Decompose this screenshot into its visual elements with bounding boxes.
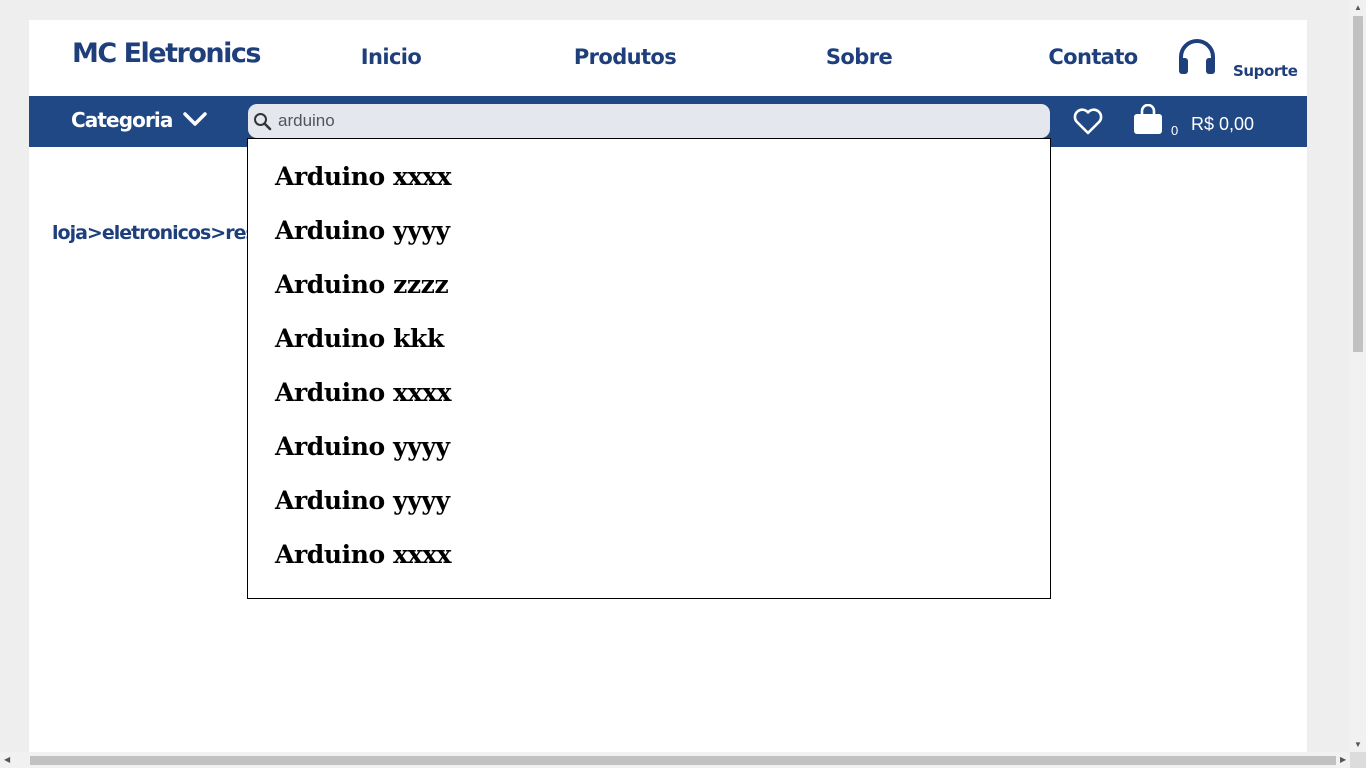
support-link[interactable]: Suporte [1176, 37, 1298, 80]
suggestion-item[interactable]: Arduino yyyy [275, 432, 450, 461]
support-label: Suporte [1233, 62, 1298, 80]
scroll-up-arrow-icon[interactable]: ▲ [1354, 4, 1362, 12]
suggestion-item[interactable]: Arduino xxxx [275, 378, 452, 407]
search-box[interactable] [248, 104, 1050, 138]
search-input[interactable] [278, 111, 1038, 131]
scrollbar-corner [1350, 752, 1366, 768]
suggestion-item[interactable]: Arduino yyyy [275, 486, 450, 515]
scroll-left-arrow-icon[interactable]: ◀ [4, 756, 10, 764]
chevron-down-icon [182, 111, 208, 132]
suggestion-item[interactable]: Arduino xxxx [275, 540, 452, 569]
category-dropdown[interactable]: Categoria [71, 107, 208, 132]
horizontal-scroll-thumb[interactable] [30, 756, 1336, 765]
search-icon [253, 112, 272, 131]
nav-inicio[interactable]: Inicio [361, 45, 422, 69]
nav-produtos[interactable]: Produtos [574, 45, 677, 69]
scroll-down-arrow-icon[interactable]: ▼ [1354, 741, 1362, 749]
nav-contato[interactable]: Contato [1048, 45, 1138, 69]
suggestion-item[interactable]: Arduino xxxx [275, 162, 452, 191]
suggestion-item[interactable]: Arduino zzzz [275, 270, 449, 299]
horizontal-scrollbar[interactable]: ◀ ▶ [0, 752, 1350, 768]
search-suggestions-dropdown: Arduino xxxx Arduino yyyy Arduino zzzz A… [247, 138, 1051, 599]
nav-sobre[interactable]: Sobre [826, 45, 893, 69]
category-label: Categoria [71, 107, 173, 132]
cart-count: 0 [1171, 123, 1179, 138]
wishlist-heart-icon[interactable] [1073, 108, 1103, 140]
headphones-icon [1176, 37, 1218, 80]
brand-logo[interactable]: MC Eletronics [72, 38, 261, 69]
suggestion-item[interactable]: Arduino kkk [275, 324, 444, 353]
suggestion-item[interactable]: Arduino yyyy [275, 216, 450, 245]
vertical-scrollbar[interactable]: ▲ ▼ [1350, 0, 1366, 768]
breadcrumb[interactable]: loja>eletronicos>res [52, 222, 257, 244]
shopping-bag-icon[interactable] [1133, 103, 1163, 141]
cart-total[interactable]: R$ 0,00 [1191, 114, 1254, 135]
scroll-right-arrow-icon[interactable]: ▶ [1340, 756, 1346, 764]
vertical-scroll-thumb[interactable] [1353, 16, 1363, 352]
